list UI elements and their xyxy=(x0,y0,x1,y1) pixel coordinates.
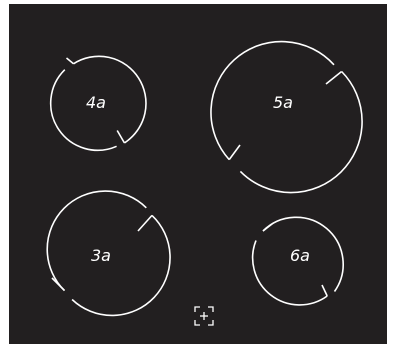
zone-label-3a: 3a xyxy=(91,246,111,265)
zone-label-4a: 4a xyxy=(86,93,106,112)
cooktop-diagram: 4a 5a 3a 6a xyxy=(0,0,395,345)
zone-label-5a: 5a xyxy=(273,93,293,112)
zone-label-6a: 6a xyxy=(290,246,310,265)
cooktop-surface xyxy=(9,4,387,344)
cooktop-svg: 4a 5a 3a 6a xyxy=(9,4,387,344)
